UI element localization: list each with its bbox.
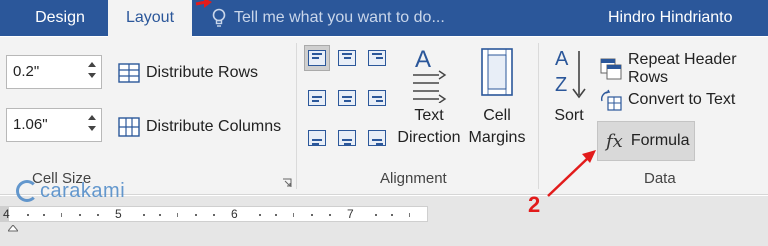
group-separator bbox=[296, 43, 297, 189]
align-center-button[interactable] bbox=[334, 85, 360, 111]
align-center-right-icon bbox=[368, 90, 386, 106]
align-bottom-right-icon bbox=[368, 130, 386, 146]
svg-text:A: A bbox=[555, 48, 569, 70]
ruler-number: 5 bbox=[115, 207, 122, 221]
distribute-columns-label: Distribute Columns bbox=[146, 118, 282, 135]
ruler-dot bbox=[159, 214, 161, 216]
ruler-dot bbox=[213, 214, 215, 216]
ruler-tick bbox=[61, 213, 62, 217]
ruler-dot bbox=[43, 214, 45, 216]
svg-text:Z: Z bbox=[555, 74, 567, 96]
ruler-dot bbox=[97, 214, 99, 216]
ruler-number: 4 bbox=[3, 207, 10, 221]
ruler-tick bbox=[409, 213, 410, 217]
group-separator bbox=[538, 43, 539, 189]
align-top-center-button[interactable] bbox=[334, 45, 360, 71]
align-center-icon bbox=[338, 90, 356, 106]
ribbon-tab-bar: Design Layout Tell me what you want to d… bbox=[0, 0, 768, 37]
lightbulb-icon bbox=[208, 0, 230, 36]
convert-to-text-label: Convert to Text bbox=[628, 91, 736, 108]
cell-height-spinner[interactable]: 0.2" bbox=[6, 55, 102, 89]
indent-marker-icon[interactable] bbox=[6, 220, 20, 232]
text-direction-label-2: Direction bbox=[397, 129, 461, 146]
ruler-tick bbox=[177, 213, 178, 217]
ruler-dot bbox=[329, 214, 331, 216]
align-bottom-left-icon bbox=[308, 130, 326, 146]
alignment-grid bbox=[304, 45, 394, 155]
cell-margins-button[interactable]: Cell Margins bbox=[464, 43, 530, 149]
spin-arrows-icon[interactable] bbox=[87, 60, 97, 84]
align-top-center-icon bbox=[338, 50, 356, 66]
distribute-columns-button[interactable]: Distribute Columns bbox=[118, 117, 281, 137]
align-center-right-button[interactable] bbox=[364, 85, 390, 111]
tell-me-search[interactable]: Tell me what you want to do... bbox=[208, 0, 445, 36]
align-top-left-icon bbox=[308, 50, 326, 66]
ruler-dot bbox=[311, 214, 313, 216]
ruler-dot bbox=[27, 214, 29, 216]
cell-height-value: 0.2" bbox=[13, 63, 40, 80]
text-direction-icon: A bbox=[394, 43, 464, 105]
watermark-mark-icon bbox=[16, 180, 38, 202]
alignment-group-label: Alignment bbox=[380, 170, 447, 187]
text-direction-label-1: Text bbox=[414, 107, 444, 124]
data-group-label: Data bbox=[644, 170, 676, 187]
distribute-columns-icon bbox=[118, 117, 140, 137]
ribbon: 0.2" 1.06" Distribute Rows Distribute Co… bbox=[0, 37, 768, 195]
cell-margins-icon bbox=[464, 43, 530, 105]
ruler-dot bbox=[195, 214, 197, 216]
svg-text:A: A bbox=[415, 46, 431, 73]
distribute-rows-label: Distribute Rows bbox=[146, 64, 259, 81]
align-top-right-icon bbox=[368, 50, 386, 66]
align-bottom-left-button[interactable] bbox=[304, 125, 330, 151]
formula-button[interactable]: fx Formula bbox=[597, 121, 695, 161]
text-direction-button[interactable]: A Text Direction bbox=[394, 43, 464, 149]
ruler-dot bbox=[375, 214, 377, 216]
tell-me-text: Tell me what you want to do... bbox=[234, 9, 445, 26]
distribute-rows-icon bbox=[118, 63, 140, 83]
align-center-left-button[interactable] bbox=[304, 85, 330, 111]
cell-margins-label-2: Margins bbox=[468, 129, 526, 146]
annotation-step-number: 2 bbox=[528, 192, 541, 217]
convert-to-text-icon bbox=[600, 89, 622, 111]
ruler-number: 7 bbox=[347, 207, 354, 221]
convert-to-text-button[interactable]: Convert to Text bbox=[600, 89, 735, 111]
fx-icon: fx bbox=[606, 130, 623, 152]
sort-button[interactable]: A Z Sort bbox=[546, 45, 592, 127]
cell-margins-label-1: Cell bbox=[483, 107, 511, 124]
sort-az-icon: A Z bbox=[546, 45, 592, 105]
dialog-launcher-icon[interactable] bbox=[282, 175, 292, 187]
repeat-header-rows-button[interactable]: Repeat Header Rows bbox=[600, 51, 768, 87]
align-top-left-button[interactable] bbox=[304, 45, 330, 71]
ruler-dot bbox=[275, 214, 277, 216]
cell-width-value: 1.06" bbox=[13, 116, 48, 133]
ruler-number: 6 bbox=[231, 207, 238, 221]
distribute-rows-button[interactable]: Distribute Rows bbox=[118, 63, 258, 83]
ruler-dot bbox=[143, 214, 145, 216]
user-name[interactable]: Hindro Hindrianto bbox=[608, 0, 733, 36]
align-top-right-button[interactable] bbox=[364, 45, 390, 71]
ruler-tick bbox=[293, 213, 294, 217]
tab-design[interactable]: Design bbox=[20, 0, 100, 36]
align-bottom-right-button[interactable] bbox=[364, 125, 390, 151]
align-bottom-center-icon bbox=[338, 130, 356, 146]
formula-label: Formula bbox=[630, 132, 690, 149]
repeat-header-rows-icon bbox=[600, 58, 622, 80]
watermark-logo: carakami bbox=[16, 176, 125, 206]
repeat-header-rows-label: Repeat Header Rows bbox=[628, 51, 737, 86]
tab-layout[interactable]: Layout bbox=[108, 0, 192, 37]
ruler-dot bbox=[259, 214, 261, 216]
cell-width-spinner[interactable]: 1.06" bbox=[6, 108, 102, 142]
ruler-dot bbox=[391, 214, 393, 216]
horizontal-ruler[interactable]: 4 5 6 7 bbox=[3, 206, 428, 222]
align-bottom-center-button[interactable] bbox=[334, 125, 360, 151]
sort-label: Sort bbox=[554, 107, 584, 124]
watermark-text: carakami bbox=[40, 179, 126, 202]
ruler-dot bbox=[79, 214, 81, 216]
align-center-left-icon bbox=[308, 90, 326, 106]
spin-arrows-icon[interactable] bbox=[87, 113, 97, 137]
